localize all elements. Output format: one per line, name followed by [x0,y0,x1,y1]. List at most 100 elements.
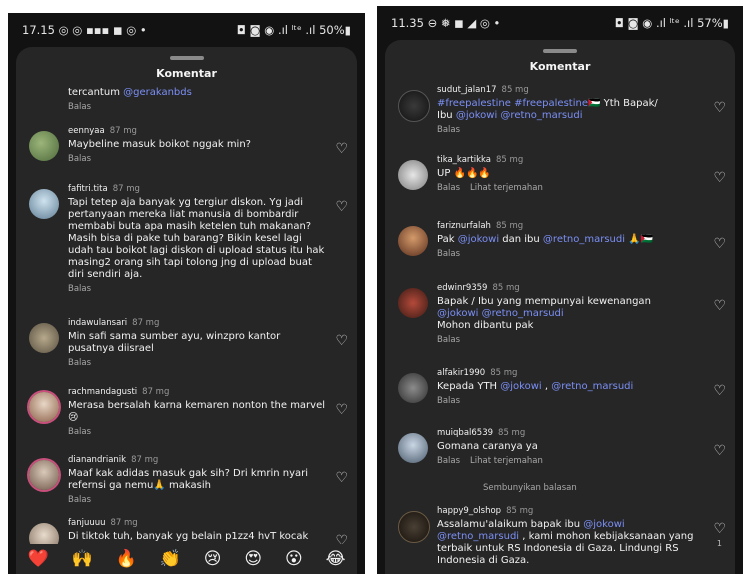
status-time: 17.15 ◎ ◎ ▪▪▪ ◼ ◎ • [22,23,147,37]
comment-time: 85 mg [501,85,529,95]
comment-text: Merasa bersalah karna kemaren nonton the… [68,400,326,423]
clap-emoji-icon[interactable]: 👏 [160,549,181,569]
reply-button[interactable]: Balas [437,396,705,406]
avatar[interactable] [29,131,59,161]
avatar[interactable] [398,373,428,403]
like-heart-icon[interactable]: ♡ [335,141,348,157]
like-heart-icon[interactable]: ♡ [713,521,726,537]
mention-link[interactable]: @jokowi [456,110,497,121]
like-heart-icon[interactable]: ♡ [335,402,348,418]
drag-handle[interactable] [169,56,204,60]
reply-button[interactable]: Balas [437,335,705,345]
comment-username[interactable]: dianandrianik [68,455,126,465]
comment-time: 87 mg [142,387,170,397]
comment-username[interactable]: happy9_olshop [437,506,501,516]
avatar[interactable] [398,433,428,463]
see-translation-link[interactable]: Lihat terjemahan [470,183,543,193]
mention-link[interactable]: @retno_marsudi [500,110,582,121]
like-heart-icon[interactable]: ♡ [713,443,726,459]
avatar[interactable] [398,226,428,256]
mention-link[interactable]: @retno_marsudi [482,308,564,319]
mention-link[interactable]: @retno_marsudi [437,531,519,542]
crying-emoji-icon[interactable]: 😢 [204,549,222,569]
see-translation-link[interactable]: Lihat terjemahan [470,456,543,466]
mention-link[interactable]: @jokowi [500,381,541,392]
status-icons: ◘ ◙ ◉ .ıl ˡᵗᵉ .ıl 50%▮ [236,23,351,37]
like-heart-icon[interactable]: ♡ [713,170,726,186]
heart-emoji-icon[interactable]: ❤️ [27,549,48,569]
comment-time: 85 mg [495,221,524,231]
comment-time: 85 mg [490,368,518,378]
comment-username[interactable]: fafitri.tita [68,184,108,194]
comment-username[interactable]: fariznurfalah [437,221,491,231]
comment-time: 87 mg [131,455,159,465]
comment-username[interactable]: tika_kartikka [437,155,491,165]
status-bar: 11.35 ⊖ ❅ ◼ ◢ ◎ • ◘ ◙ ◉ .ıl ˡᵗᵉ .ıl 57%▮ [377,6,743,40]
mention-link[interactable]: @jokowi [583,519,624,530]
comment-text: dan ibu [499,234,543,245]
comment-text: , [541,381,552,392]
avatar[interactable] [29,323,59,353]
like-heart-icon[interactable]: ♡ [335,333,348,349]
reply-button[interactable]: Balas [68,154,327,164]
like-heart-icon[interactable]: ♡ [713,100,726,116]
hide-replies-button[interactable]: Sembunyikan balasan [483,483,577,493]
comment-username[interactable]: eennyaa [68,126,105,136]
reply-button[interactable]: Balas [437,249,705,259]
avatar[interactable] [398,160,428,190]
reply-button[interactable]: Balas [68,102,327,112]
status-time: 11.35 ⊖ ❅ ◼ ◢ ◎ • [391,16,501,30]
drag-handle[interactable] [543,49,577,53]
fire-emoji-icon[interactable]: 🔥 [116,549,137,569]
mention-link[interactable]: @jokowi [437,308,478,319]
avatar[interactable] [398,90,430,122]
comment-username[interactable]: indawulansari [68,318,127,328]
comment-text: Di tiktok tuh, banyak yg belain p1zz4 hv… [68,531,309,542]
laughing-emoji-icon[interactable]: 😂 [326,549,346,569]
comment-text: Gomana caranya ya [437,441,538,452]
comment-text: Assalamu'alaikum bapak ibu [437,519,584,530]
left-phone-screen: 17.15 ◎ ◎ ▪▪▪ ◼ ◎ • ◘ ◙ ◉ .ıl ˡᵗᵉ .ıl 50… [8,13,365,574]
like-count: 1 [716,539,722,548]
comment-text: Maybeline masuk boikot nggak min? [68,139,251,150]
like-heart-icon[interactable]: ♡ [335,470,348,486]
mention-link[interactable]: @jokowi [458,234,499,245]
avatar[interactable] [398,288,428,318]
heart-eyes-emoji-icon[interactable]: 😍 [244,549,262,569]
comment-username[interactable]: muiqbal6539 [437,428,493,438]
comment-username[interactable]: alfakir1990 [437,368,485,378]
mention-link[interactable]: @retno_marsudi [543,234,625,245]
reply-button[interactable]: Balas [68,427,327,437]
reply-button[interactable]: Balas [68,284,327,294]
reply-button[interactable]: Balas [437,183,460,193]
comment-text: Min safi sama sumber ayu, winzpro kantor… [68,331,281,354]
comment-username[interactable]: rachmandagusti [68,387,137,397]
comment-text: Maaf kak adidas masuk gak sih? Dri kmrin… [68,468,309,491]
right-phone-screen: 11.35 ⊖ ❅ ◼ ◢ ◎ • ◘ ◙ ◉ .ıl ˡᵗᵉ .ıl 57%▮… [377,6,743,574]
avatar[interactable] [29,189,59,219]
like-heart-icon[interactable]: ♡ [713,236,726,252]
avatar[interactable] [29,392,59,422]
reply-button[interactable]: Balas [68,495,327,505]
reply-button[interactable]: Balas [437,125,705,135]
reply-button[interactable]: Balas [68,358,327,368]
reply-button[interactable]: Balas [437,456,460,466]
like-heart-icon[interactable]: ♡ [335,199,348,215]
like-heart-icon[interactable]: ♡ [713,298,726,314]
comment-username[interactable]: sudut_jalan17 [437,85,497,95]
comment-time: 85 mg [492,283,520,293]
comment-username[interactable]: fanjuuuu [68,518,106,528]
mention-link[interactable]: @retno_marsudi [551,381,633,392]
comment-text: Bapak / Ibu yang mempunyai kewenangan [437,296,651,307]
surprised-emoji-icon[interactable]: 😮 [285,549,303,569]
like-heart-icon[interactable]: ♡ [713,383,726,399]
hashtag-link[interactable]: #freepalestine #freepalestine [437,98,588,109]
avatar[interactable] [398,511,430,543]
avatar[interactable] [29,460,59,490]
comment-text: tercantum [68,87,124,98]
comment-text: 🙏🇵🇸 [625,234,654,245]
emoji-reaction-bar: ❤️ 🙌 🔥 👏 😢 😍 😮 😂 [16,544,357,574]
comment-username[interactable]: edwinr9359 [437,283,487,293]
mention-link[interactable]: @gerakanbds [123,87,192,98]
raised-hands-emoji-icon[interactable]: 🙌 [72,549,93,569]
